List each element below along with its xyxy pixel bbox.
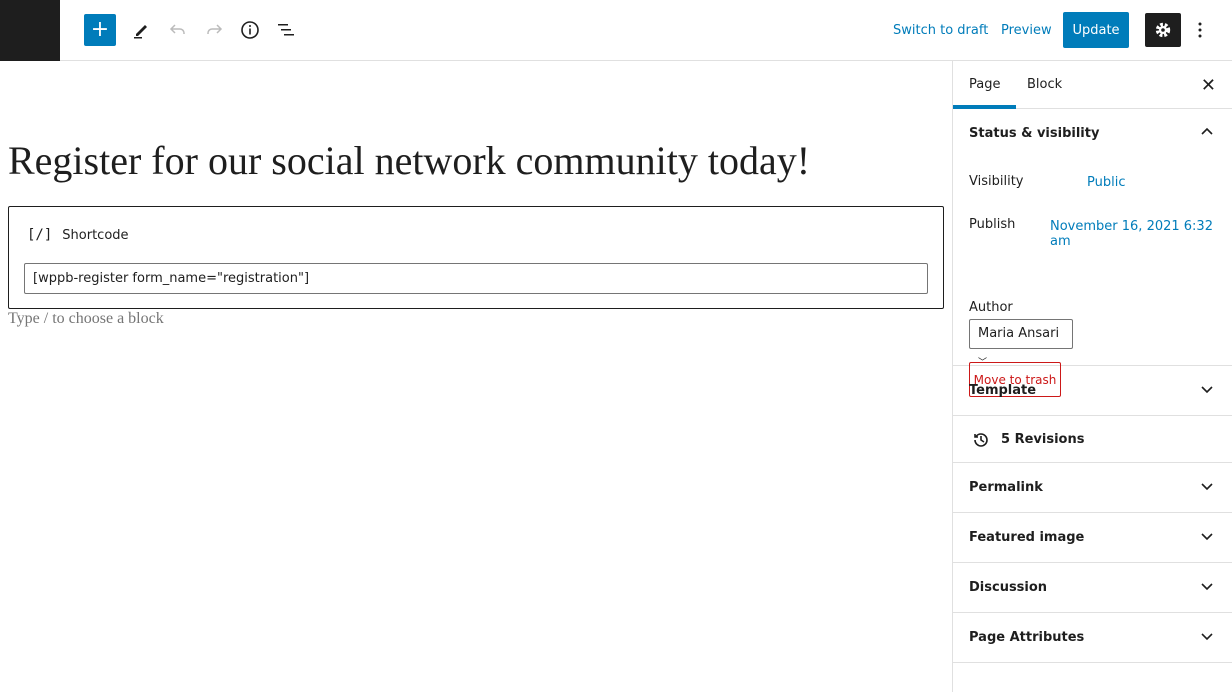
tools-button[interactable] — [126, 14, 158, 46]
panel-title: Featured image — [969, 530, 1085, 545]
author-label: Author — [969, 300, 1013, 315]
redo-button[interactable] — [198, 14, 230, 46]
visibility-label: Visibility — [969, 174, 1024, 189]
undo-icon — [169, 24, 185, 34]
chevron-down-icon — [1201, 533, 1213, 541]
redo-icon — [207, 24, 223, 34]
author-select[interactable]: Maria Ansari ﹀ — [969, 319, 1073, 368]
chevron-down-icon — [1201, 633, 1213, 641]
plus-icon: + — [90, 17, 110, 42]
panel-title: Discussion — [969, 580, 1048, 595]
panel-title: Template — [969, 383, 1037, 398]
publish-date[interactable]: November 16, 2021 6:32 am — [1050, 219, 1232, 249]
featured-image-panel[interactable]: Featured image — [953, 513, 1232, 563]
update-button[interactable]: Update — [1063, 12, 1129, 48]
list-view-button[interactable] — [270, 14, 302, 46]
settings-button[interactable] — [1145, 13, 1181, 47]
settings-sidebar: Page Block ✕ Status & visibility Visibil… — [952, 61, 1232, 692]
shortcode-input[interactable]: [wppb-register form_name="registration"] — [24, 263, 928, 294]
panel-title: Permalink — [969, 480, 1043, 495]
tab-block[interactable]: Block — [1027, 61, 1062, 109]
top-toolbar: + Switch to draft Preview Update — [0, 0, 1232, 61]
gear-icon — [1155, 22, 1171, 38]
discussion-panel[interactable]: Discussion — [953, 563, 1232, 613]
switch-to-draft-button[interactable]: Switch to draft — [893, 23, 988, 38]
chevron-up-icon[interactable] — [1200, 125, 1214, 139]
panel-title[interactable]: Status & visibility — [969, 126, 1099, 141]
history-icon — [974, 433, 988, 447]
options-button[interactable] — [1190, 14, 1210, 46]
panel-title: 5 Revisions — [1001, 432, 1085, 447]
shortcode-icon: [/] — [27, 227, 53, 243]
wordpress-logo-button[interactable] — [0, 0, 60, 61]
info-icon — [241, 21, 259, 39]
publish-label: Publish — [969, 217, 1016, 232]
preview-button[interactable]: Preview — [1001, 23, 1052, 38]
chevron-down-icon — [1201, 583, 1213, 591]
template-panel[interactable]: Template — [953, 366, 1232, 416]
list-view-icon — [278, 24, 294, 36]
chevron-down-icon — [1201, 386, 1213, 394]
visibility-value[interactable]: Public — [1087, 175, 1125, 190]
undo-button[interactable] — [162, 14, 194, 46]
pencil-icon — [134, 25, 147, 39]
chevron-down-icon — [1201, 483, 1213, 491]
shortcode-block[interactable]: [/] Shortcode [wppb-register form_name="r… — [8, 206, 944, 309]
more-vertical-icon — [1198, 22, 1202, 38]
tab-page[interactable]: Page — [953, 61, 1017, 109]
page-title[interactable]: Register for our social network communit… — [8, 137, 810, 184]
permalink-panel[interactable]: Permalink — [953, 463, 1232, 513]
panel-title: Page Attributes — [969, 630, 1085, 645]
details-button[interactable] — [234, 14, 266, 46]
page-attributes-panel[interactable]: Page Attributes — [953, 613, 1232, 663]
revisions-panel[interactable]: 5 Revisions — [953, 416, 1232, 463]
block-appender[interactable]: Type / to choose a block — [8, 310, 164, 328]
add-block-button[interactable]: + — [84, 14, 116, 46]
block-label: Shortcode — [62, 227, 129, 243]
status-visibility-panel: Status & visibility Visibility Public Pu… — [953, 109, 1232, 397]
close-icon[interactable]: ✕ — [1201, 75, 1216, 96]
editor-canvas: Register for our social network communit… — [0, 61, 952, 692]
